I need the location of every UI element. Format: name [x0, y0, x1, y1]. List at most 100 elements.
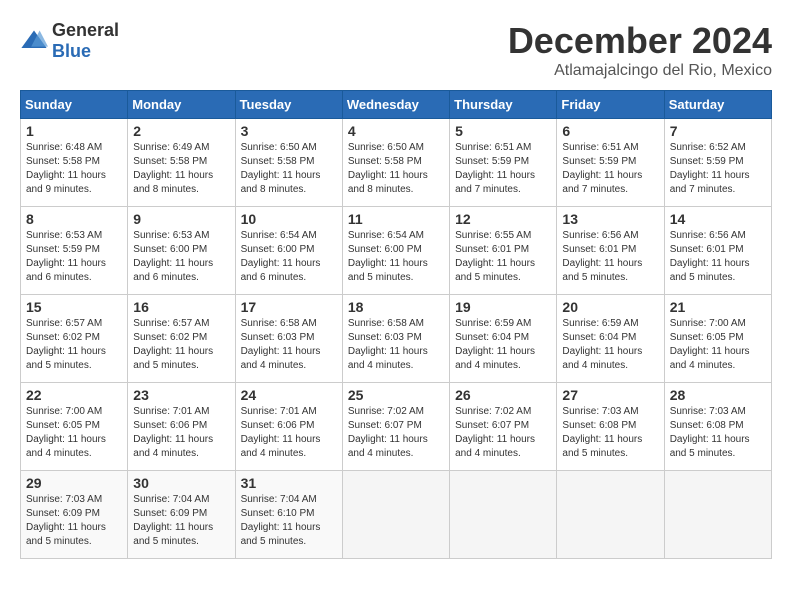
- calendar-cell: [557, 471, 664, 559]
- cell-info: Sunrise: 6:55 AMSunset: 6:01 PMDaylight:…: [455, 229, 551, 285]
- cell-info: Sunrise: 6:51 AMSunset: 5:59 PMDaylight:…: [455, 141, 551, 197]
- day-number: 29: [26, 475, 122, 491]
- header-thursday: Thursday: [450, 91, 557, 119]
- header-monday: Monday: [128, 91, 235, 119]
- cell-info: Sunrise: 6:53 AMSunset: 5:59 PMDaylight:…: [26, 229, 122, 285]
- cell-info: Sunrise: 7:01 AMSunset: 6:06 PMDaylight:…: [133, 405, 229, 461]
- calendar-cell: 8Sunrise: 6:53 AMSunset: 5:59 PMDaylight…: [21, 207, 128, 295]
- cell-info: Sunrise: 6:54 AMSunset: 6:00 PMDaylight:…: [348, 229, 444, 285]
- calendar-cell: 27 Sunrise: 7:03 AMSunset: 6:08 PMDayligh…: [557, 383, 664, 471]
- calendar-cell: 17 Sunrise: 6:58 AMSunset: 6:03 PMDayligh…: [235, 295, 342, 383]
- header-wednesday: Wednesday: [342, 91, 449, 119]
- calendar-table: SundayMondayTuesdayWednesdayThursdayFrid…: [20, 90, 772, 559]
- calendar-cell: 9 Sunrise: 6:53 AMSunset: 6:00 PMDaylight…: [128, 207, 235, 295]
- day-number: 2: [133, 123, 229, 139]
- calendar-cell: 16 Sunrise: 6:57 AMSunset: 6:02 PMDayligh…: [128, 295, 235, 383]
- header-saturday: Saturday: [664, 91, 771, 119]
- cell-info: Sunrise: 6:56 AMSunset: 6:01 PMDaylight:…: [562, 229, 658, 285]
- header-row: SundayMondayTuesdayWednesdayThursdayFrid…: [21, 91, 772, 119]
- day-number: 31: [241, 475, 337, 491]
- cell-info: Sunrise: 7:03 AMSunset: 6:08 PMDaylight:…: [670, 405, 766, 461]
- month-title: December 2024: [508, 20, 772, 62]
- calendar-cell: 4 Sunrise: 6:50 AMSunset: 5:58 PMDaylight…: [342, 119, 449, 207]
- cell-info: Sunrise: 6:59 AMSunset: 6:04 PMDaylight:…: [562, 317, 658, 373]
- day-number: 21: [670, 299, 766, 315]
- calendar-cell: 10Sunrise: 6:54 AMSunset: 6:00 PMDayligh…: [235, 207, 342, 295]
- day-number: 28: [670, 387, 766, 403]
- header-sunday: Sunday: [21, 91, 128, 119]
- day-number: 10: [241, 211, 337, 227]
- cell-info: Sunrise: 6:56 AMSunset: 6:01 PMDaylight:…: [670, 229, 766, 285]
- day-number: 22: [26, 387, 122, 403]
- day-number: 15: [26, 299, 122, 315]
- cell-info: Sunrise: 6:50 AMSunset: 5:58 PMDaylight:…: [241, 141, 337, 197]
- day-number: 23: [133, 387, 229, 403]
- cell-info: Sunrise: 7:01 AMSunset: 6:06 PMDaylight:…: [241, 405, 337, 461]
- calendar-cell: 13 Sunrise: 6:56 AMSunset: 6:01 PMDayligh…: [557, 207, 664, 295]
- calendar-cell: 14Sunrise: 6:56 AMSunset: 6:01 PMDayligh…: [664, 207, 771, 295]
- calendar-cell: 28 Sunrise: 7:03 AMSunset: 6:08 PMDayligh…: [664, 383, 771, 471]
- day-number: 13: [562, 211, 658, 227]
- day-number: 5: [455, 123, 551, 139]
- day-number: 11: [348, 211, 444, 227]
- cell-info: Sunrise: 6:59 AMSunset: 6:04 PMDaylight:…: [455, 317, 551, 373]
- day-number: 12: [455, 211, 551, 227]
- logo-text-general: General: [52, 20, 119, 40]
- calendar-cell: 22 Sunrise: 7:00 AMSunset: 6:05 PMDayligh…: [21, 383, 128, 471]
- day-number: 24: [241, 387, 337, 403]
- cell-info: Sunrise: 6:49 AMSunset: 5:58 PMDaylight:…: [133, 141, 229, 197]
- calendar-cell: 12 Sunrise: 6:55 AMSunset: 6:01 PMDayligh…: [450, 207, 557, 295]
- header-friday: Friday: [557, 91, 664, 119]
- calendar-cell: 26Sunrise: 7:02 AMSunset: 6:07 PMDayligh…: [450, 383, 557, 471]
- calendar-cell: 21 Sunrise: 7:00 AMSunset: 6:05 PMDayligh…: [664, 295, 771, 383]
- cell-info: Sunrise: 6:52 AMSunset: 5:59 PMDaylight:…: [670, 141, 766, 197]
- cell-info: Sunrise: 6:57 AMSunset: 6:02 PMDaylight:…: [133, 317, 229, 373]
- title-block: December 2024 Atlamajalcingo del Rio, Me…: [508, 20, 772, 80]
- day-number: 19: [455, 299, 551, 315]
- calendar-week-5: 29 Sunrise: 7:03 AMSunset: 6:09 PMDayligh…: [21, 471, 772, 559]
- calendar-cell: 30Sunrise: 7:04 AMSunset: 6:09 PMDayligh…: [128, 471, 235, 559]
- cell-info: Sunrise: 6:51 AMSunset: 5:59 PMDaylight:…: [562, 141, 658, 197]
- cell-info: Sunrise: 6:58 AMSunset: 6:03 PMDaylight:…: [348, 317, 444, 373]
- cell-info: Sunrise: 6:57 AMSunset: 6:02 PMDaylight:…: [26, 317, 122, 373]
- cell-info: Sunrise: 7:00 AMSunset: 6:05 PMDaylight:…: [670, 317, 766, 373]
- cell-info: Sunrise: 6:58 AMSunset: 6:03 PMDaylight:…: [241, 317, 337, 373]
- day-number: 9: [133, 211, 229, 227]
- calendar-cell: 18 Sunrise: 6:58 AMSunset: 6:03 PMDayligh…: [342, 295, 449, 383]
- calendar-week-1: 1 Sunrise: 6:48 AMSunset: 5:58 PMDaylight…: [21, 119, 772, 207]
- cell-info: Sunrise: 7:04 AMSunset: 6:10 PMDaylight:…: [241, 493, 337, 549]
- cell-info: Sunrise: 7:02 AMSunset: 6:07 PMDaylight:…: [348, 405, 444, 461]
- cell-info: Sunrise: 6:50 AMSunset: 5:58 PMDaylight:…: [348, 141, 444, 197]
- header-tuesday: Tuesday: [235, 91, 342, 119]
- day-number: 16: [133, 299, 229, 315]
- calendar-cell: [342, 471, 449, 559]
- calendar-week-2: 8Sunrise: 6:53 AMSunset: 5:59 PMDaylight…: [21, 207, 772, 295]
- logo: General Blue: [20, 20, 119, 62]
- calendar-cell: 19 Sunrise: 6:59 AMSunset: 6:04 PMDayligh…: [450, 295, 557, 383]
- cell-info: Sunrise: 6:48 AMSunset: 5:58 PMDaylight:…: [26, 141, 122, 197]
- calendar-cell: 3 Sunrise: 6:50 AMSunset: 5:58 PMDaylight…: [235, 119, 342, 207]
- day-number: 18: [348, 299, 444, 315]
- cell-info: Sunrise: 7:02 AMSunset: 6:07 PMDaylight:…: [455, 405, 551, 461]
- calendar-cell: 29 Sunrise: 7:03 AMSunset: 6:09 PMDayligh…: [21, 471, 128, 559]
- calendar-cell: 23 Sunrise: 7:01 AMSunset: 6:06 PMDayligh…: [128, 383, 235, 471]
- day-number: 17: [241, 299, 337, 315]
- cell-info: Sunrise: 6:53 AMSunset: 6:00 PMDaylight:…: [133, 229, 229, 285]
- cell-info: Sunrise: 7:03 AMSunset: 6:08 PMDaylight:…: [562, 405, 658, 461]
- day-number: 4: [348, 123, 444, 139]
- cell-info: Sunrise: 7:03 AMSunset: 6:09 PMDaylight:…: [26, 493, 122, 549]
- calendar-cell: 31 Sunrise: 7:04 AMSunset: 6:10 PMDayligh…: [235, 471, 342, 559]
- day-number: 25: [348, 387, 444, 403]
- day-number: 3: [241, 123, 337, 139]
- cell-info: Sunrise: 7:00 AMSunset: 6:05 PMDaylight:…: [26, 405, 122, 461]
- calendar-cell: 20Sunrise: 6:59 AMSunset: 6:04 PMDayligh…: [557, 295, 664, 383]
- day-number: 6: [562, 123, 658, 139]
- calendar-cell: 7 Sunrise: 6:52 AMSunset: 5:59 PMDaylight…: [664, 119, 771, 207]
- day-number: 7: [670, 123, 766, 139]
- day-number: 30: [133, 475, 229, 491]
- calendar-cell: 15 Sunrise: 6:57 AMSunset: 6:02 PMDayligh…: [21, 295, 128, 383]
- day-number: 27: [562, 387, 658, 403]
- calendar-cell: 5 Sunrise: 6:51 AMSunset: 5:59 PMDaylight…: [450, 119, 557, 207]
- day-number: 1: [26, 123, 122, 139]
- calendar-cell: 6 Sunrise: 6:51 AMSunset: 5:59 PMDaylight…: [557, 119, 664, 207]
